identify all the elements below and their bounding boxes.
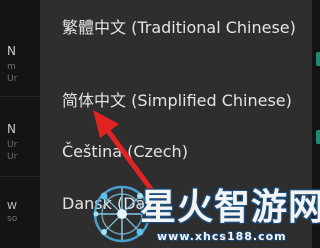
divider <box>0 176 40 177</box>
screen: N m Ur N Ur Ur W so 繁體中文 (Traditional Ch… <box>0 0 320 248</box>
bg-item-subtitle: m <box>7 62 16 72</box>
bg-item-subtitle: Ur <box>7 152 18 162</box>
language-option-czech[interactable]: Čeština (Czech) <box>40 138 312 168</box>
bg-item-subtitle: so <box>7 214 18 224</box>
bg-item-title: N <box>7 122 16 136</box>
language-option-label: 简体中文 (Simplified Chinese) <box>62 91 292 110</box>
watermark-url: www.xhcs188.com <box>157 230 287 243</box>
language-option-traditional-chinese[interactable]: 繁體中文 (Traditional Chinese) <box>40 14 312 70</box>
watermark-title: 星火智游网 <box>140 187 320 228</box>
bg-item-subtitle: Ur <box>7 74 18 84</box>
language-option-label: Čeština (Czech) <box>62 142 188 161</box>
toggle-switch[interactable] <box>316 52 320 66</box>
bg-item-title: N <box>7 44 16 58</box>
bg-item-subtitle: Ur <box>7 140 18 150</box>
language-option-label: 繁體中文 (Traditional Chinese) <box>62 18 296 37</box>
bg-item-title: W <box>7 201 17 212</box>
toggle-switch[interactable] <box>316 130 320 144</box>
language-option-simplified-chinese[interactable]: 简体中文 (Simplified Chinese) <box>40 84 312 120</box>
divider <box>0 96 40 97</box>
